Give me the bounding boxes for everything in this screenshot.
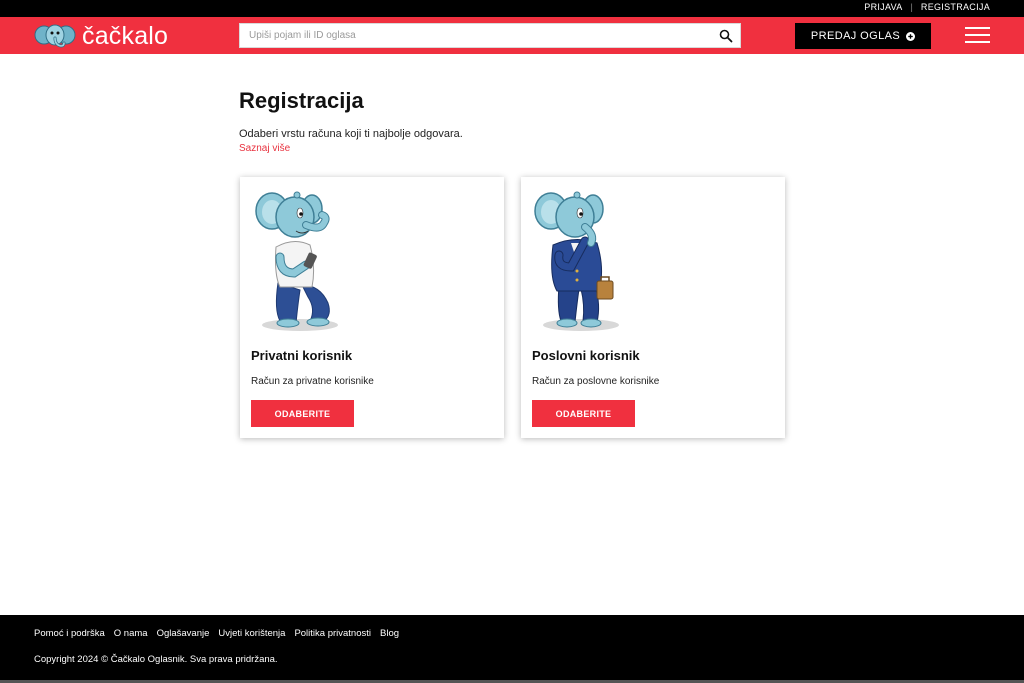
footer-link-about[interactable]: O nama: [114, 628, 148, 639]
site-logo[interactable]: čačkalo: [34, 22, 168, 50]
hamburger-menu-icon[interactable]: [965, 27, 990, 45]
private-account-card: Privatni korisnik Račun za privatne kori…: [240, 177, 504, 438]
intro-text: Odaberi vrstu računa koji ti najbolje od…: [239, 128, 463, 140]
copyright-text: Copyright 2024 © Čačkalo Oglasnik. Sva p…: [34, 654, 278, 665]
top-bar: PRIJAVA | REGISTRACIJA: [0, 0, 1024, 17]
elephant-logo-icon: [34, 24, 76, 48]
select-private-button[interactable]: ODABERITE: [251, 400, 354, 427]
card-title: Privatni korisnik: [251, 348, 353, 363]
link-separator: |: [910, 2, 913, 12]
card-description: Račun za poslovne korisnike: [532, 376, 660, 387]
card-description: Račun za privatne korisnike: [251, 376, 374, 387]
page-title: Registracija: [239, 88, 364, 113]
footer-link-terms[interactable]: Uvjeti korištenja: [218, 628, 285, 639]
main-header: čačkalo PREDAJ OGLAS: [0, 17, 1024, 54]
select-business-button[interactable]: ODABERITE: [532, 400, 635, 427]
search-bar: [239, 23, 741, 48]
learn-more-link[interactable]: Saznaj više: [239, 143, 290, 154]
site-footer: Pomoć i podrška O nama Oglašavanje Uvjet…: [0, 615, 1024, 683]
business-account-card: Poslovni korisnik Račun za poslovne kori…: [521, 177, 785, 438]
footer-link-privacy[interactable]: Politika privatnosti: [294, 628, 371, 639]
post-ad-label: PREDAJ OGLAS: [810, 30, 901, 42]
footer-link-advertising[interactable]: Oglašavanje: [157, 628, 210, 639]
footer-link-blog[interactable]: Blog: [380, 628, 399, 639]
logo-text: čačkalo: [82, 22, 169, 50]
post-ad-button[interactable]: PREDAJ OGLAS: [795, 23, 931, 49]
account-links: PRIJAVA | REGISTRACIJA: [864, 2, 990, 12]
plus-circle-icon: [906, 31, 916, 41]
footer-link-help[interactable]: Pomoć i podrška: [34, 628, 105, 639]
card-title: Poslovni korisnik: [532, 348, 640, 363]
login-link[interactable]: PRIJAVA: [864, 2, 902, 12]
elephant-business-icon: [534, 191, 619, 331]
search-input[interactable]: [240, 24, 710, 47]
footer-links: Pomoć i podrška O nama Oglašavanje Uvjet…: [34, 628, 399, 639]
search-icon[interactable]: [719, 29, 733, 43]
register-link[interactable]: REGISTRACIJA: [921, 2, 990, 12]
elephant-casual-icon: [255, 191, 338, 331]
